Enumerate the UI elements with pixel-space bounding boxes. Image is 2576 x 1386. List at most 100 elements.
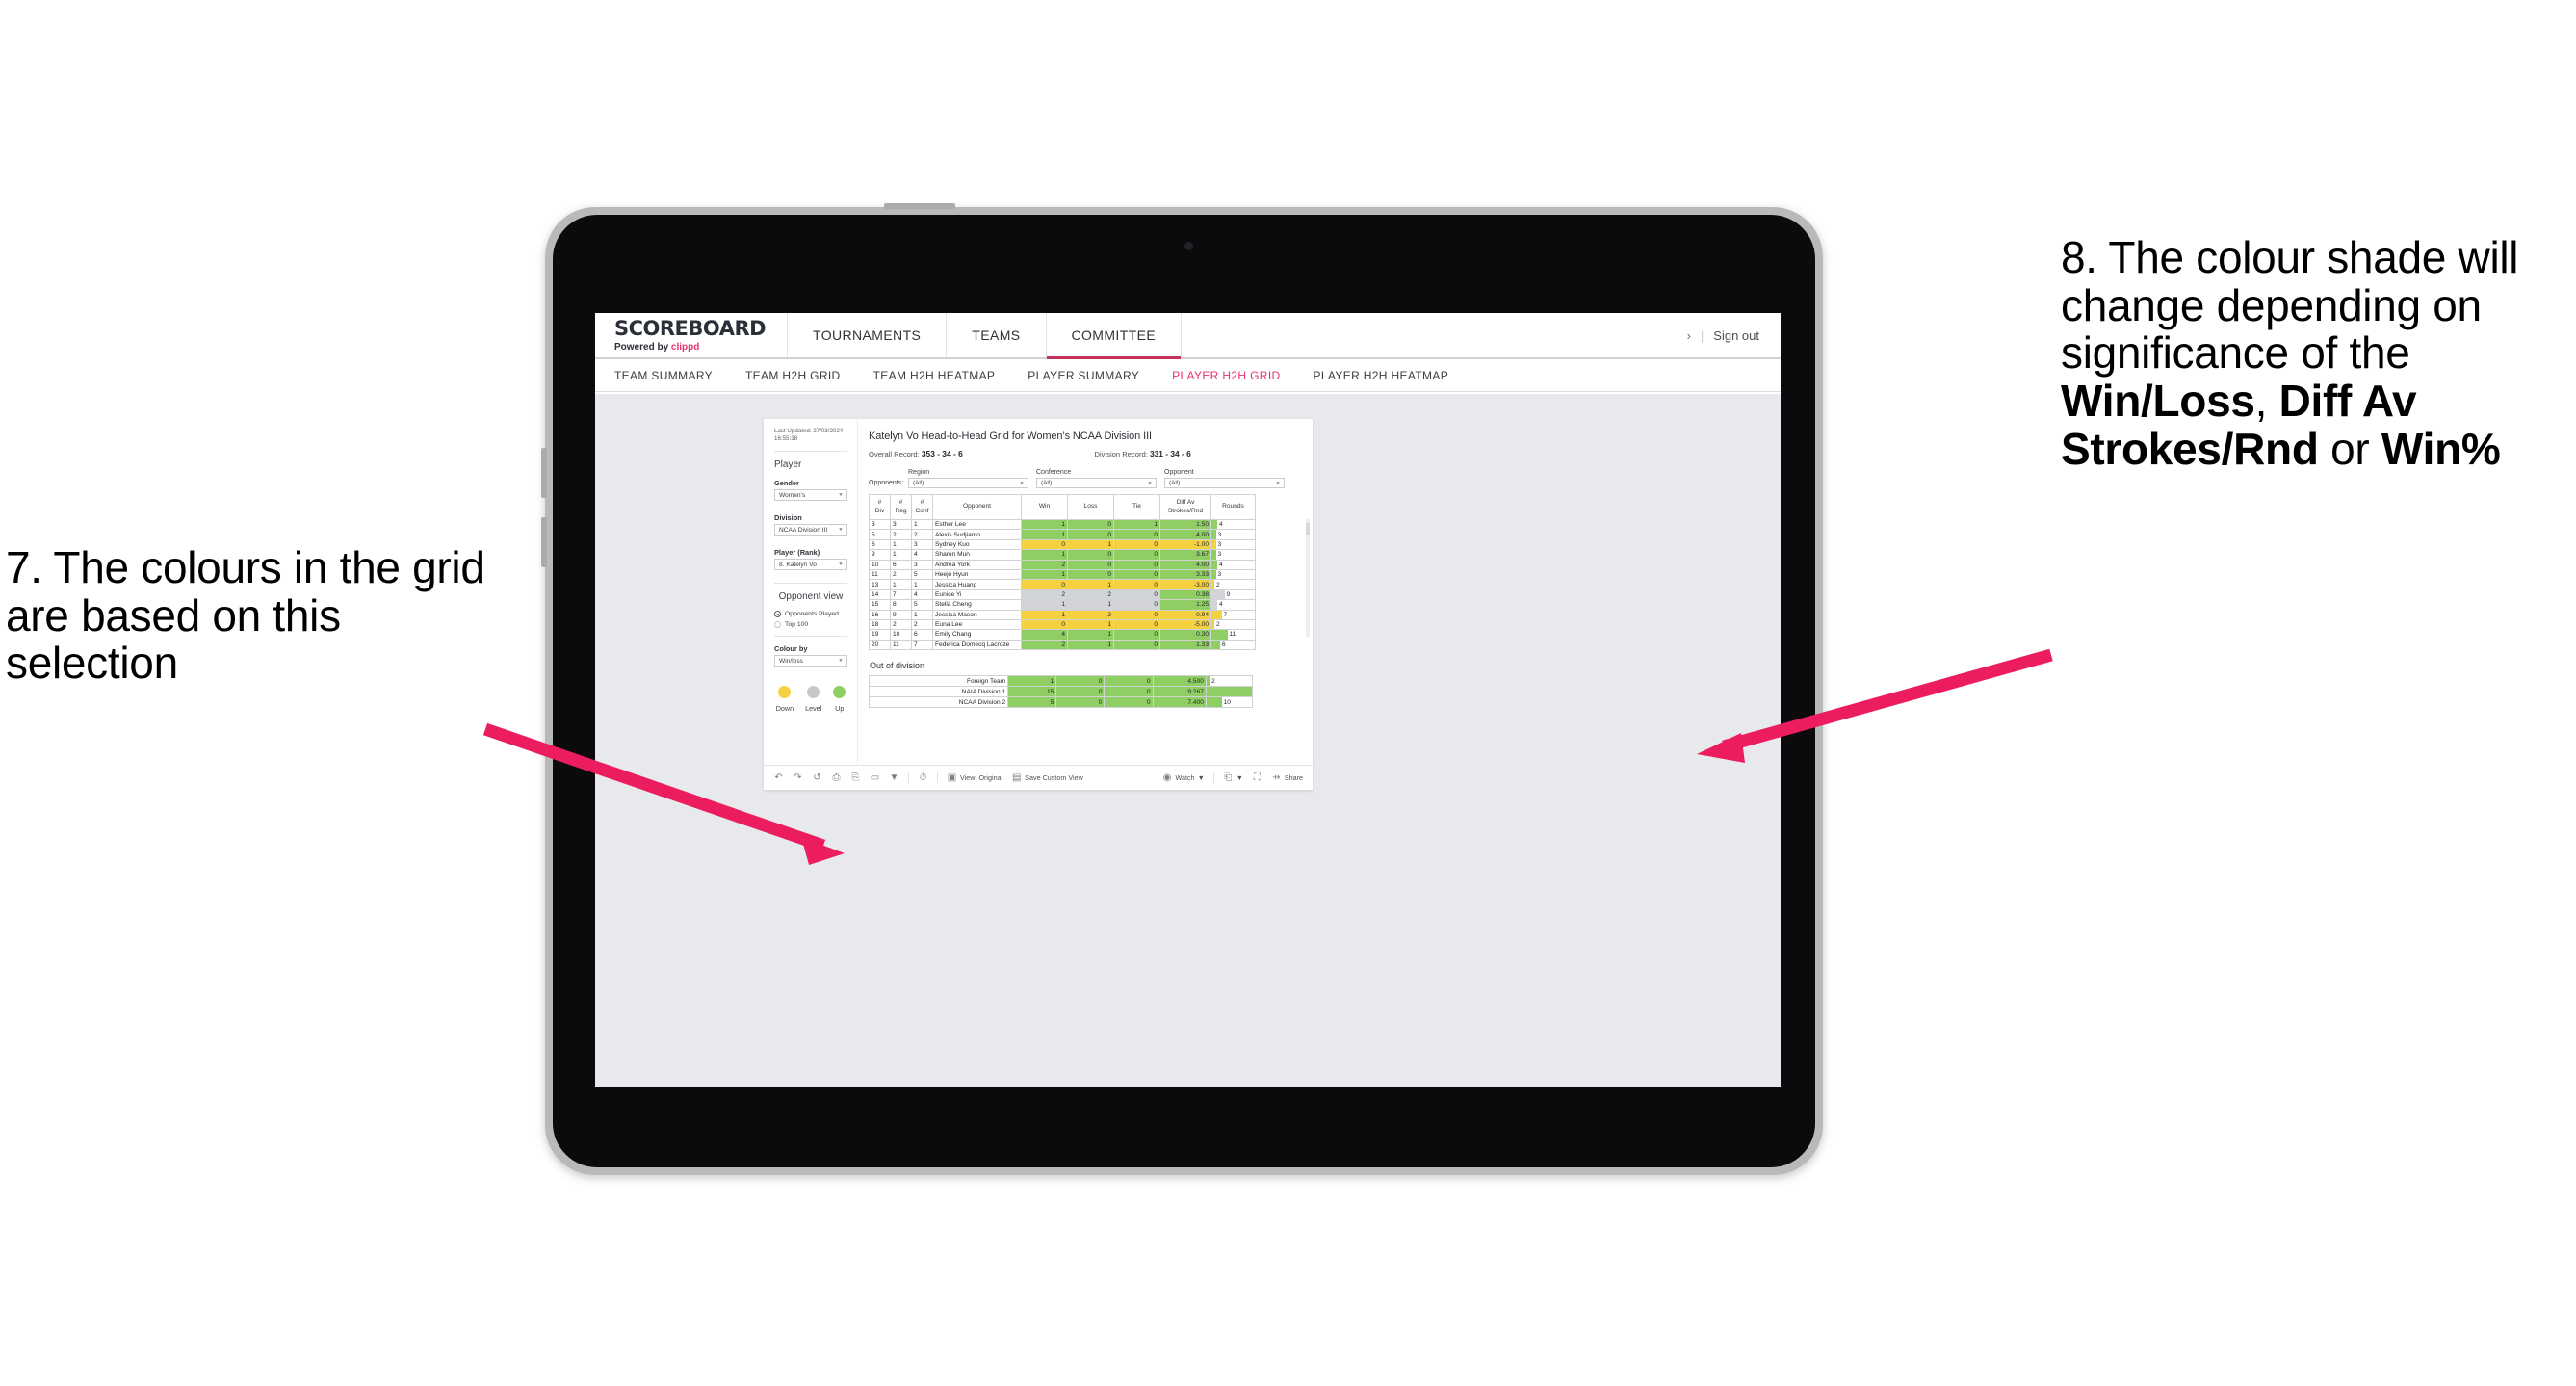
- tab-team-h2h-heatmap[interactable]: TEAM H2H HEATMAP: [873, 369, 996, 382]
- tab-player-summary[interactable]: PLAYER SUMMARY: [1028, 369, 1139, 382]
- share-button[interactable]: ⇸ Share: [1271, 772, 1303, 783]
- radio-opponents-played-label: Opponents Played: [785, 611, 839, 618]
- tab-player-h2h-heatmap[interactable]: PLAYER H2H HEATMAP: [1314, 369, 1449, 382]
- save-custom-view-button[interactable]: ▤ Save Custom View: [1011, 772, 1083, 783]
- chevron-right-icon[interactable]: ›: [1687, 328, 1691, 343]
- rounds-value: 3: [1217, 531, 1222, 538]
- pause-updates-icon[interactable]: ⎘: [850, 772, 861, 783]
- table-row[interactable]: NCAA Division 2 5 0 0 7.400 10: [868, 696, 1254, 709]
- table-row[interactable]: 10 6 3 Andrea York 2 0 0 4.00 4: [869, 559, 1256, 570]
- grid-scrollbar-thumb[interactable]: [1306, 523, 1310, 535]
- save-view-icon: ▤: [1011, 772, 1022, 783]
- division-record: Division Record: 331 - 34 - 6: [1095, 449, 1191, 458]
- cell-opponent: Federica Domecq Lacroze: [932, 639, 1022, 651]
- chevron-down-icon: ▼: [1147, 481, 1153, 485]
- filter-opponent-select[interactable]: (All) ▼: [1164, 478, 1285, 488]
- cell-win: 1: [1021, 518, 1068, 531]
- player-rank-select[interactable]: 8. Katelyn Vo ▼: [774, 559, 847, 571]
- table-row[interactable]: 15 8 5 Stella Cheng 1 1 0 1.25 4: [869, 599, 1256, 611]
- cell-conf: 1: [911, 579, 933, 590]
- cell-reg: 1: [890, 579, 912, 590]
- division-select[interactable]: NCAA Division III ▼: [774, 524, 847, 536]
- player-section-heading: Player: [774, 459, 802, 471]
- header-right: › | Sign out: [1687, 313, 1781, 357]
- cell-rounds: 2: [1205, 675, 1254, 688]
- table-row[interactable]: Foreign Team 1 0 0 4.500 2: [868, 675, 1254, 688]
- cell-tie: 0: [1113, 609, 1160, 620]
- cell-reg: 3: [890, 518, 912, 531]
- table-row[interactable]: 13 1 1 Jessica Huang 0 1 0 -3.00 2: [869, 579, 1256, 590]
- filter-region-select[interactable]: (All) ▼: [908, 478, 1028, 488]
- cell-rounds: 9: [1210, 588, 1256, 601]
- legend-item-down: Down: [776, 686, 794, 713]
- grid-scrollbar[interactable]: [1306, 519, 1310, 637]
- cell-div: 5: [869, 529, 891, 540]
- cell-opponent: Stella Cheng: [932, 599, 1022, 611]
- cell-tie: 0: [1113, 618, 1160, 631]
- table-row[interactable]: 16 9 1 Jessica Mason 1 2 0 -0.94 7: [869, 609, 1256, 620]
- table-row[interactable]: 19 10 6 Emily Chang 4 1 0 0.30 11: [869, 629, 1256, 641]
- fullscreen-icon[interactable]: ⛶: [1252, 772, 1262, 783]
- radio-opponents-played[interactable]: Opponents Played: [774, 611, 847, 618]
- revert-icon[interactable]: ↺: [812, 772, 822, 783]
- tab-team-summary[interactable]: TEAM SUMMARY: [614, 369, 713, 382]
- annotation-8-text: 8. The colour shade will change dependin…: [2061, 233, 2571, 473]
- cell-div: 16: [869, 609, 891, 620]
- col-header-win: Win: [1021, 494, 1068, 520]
- nav-item-tournaments[interactable]: TOURNAMENTS: [788, 313, 948, 357]
- sign-out-link[interactable]: Sign out: [1713, 328, 1759, 343]
- cell-rounds: 3: [1210, 568, 1256, 581]
- tab-team-h2h-grid[interactable]: TEAM H2H GRID: [745, 369, 841, 382]
- cell-diff-av-strokes: 3.67: [1159, 549, 1211, 561]
- cell-opponent: Andrea York: [932, 559, 1022, 570]
- table-row[interactable]: 9 1 4 Sharon Mun 1 0 0 3.67 3: [869, 549, 1256, 561]
- radio-top-100[interactable]: Top 100: [774, 621, 847, 629]
- nav-item-committee[interactable]: COMMITTEE: [1046, 313, 1183, 359]
- table-row[interactable]: 3 3 1 Esther Lee 1 0 1 1.50 4: [869, 518, 1256, 531]
- division-value: NCAA Division III: [779, 526, 828, 534]
- view-original-label: View: Original: [960, 773, 1003, 782]
- table-row[interactable]: NAIA Division 115009.26730: [868, 686, 1254, 698]
- filter-conference-select[interactable]: (All) ▼: [1036, 478, 1157, 488]
- gender-select[interactable]: Women’s ▼: [774, 489, 847, 502]
- tab-player-h2h-grid[interactable]: PLAYER H2H GRID: [1172, 369, 1280, 382]
- cell-tie: 0: [1113, 599, 1160, 611]
- cell-rounds: 2: [1210, 579, 1256, 590]
- chevron-down-icon: ▼: [1197, 773, 1205, 782]
- watch-button[interactable]: ◉ Watch ▼: [1161, 772, 1205, 783]
- table-row[interactable]: 6 1 3 Sydney Kuo 0 1 0 -1.00 3: [869, 538, 1256, 551]
- chevron-down-icon[interactable]: ▼: [889, 772, 899, 783]
- cell-loss: 0: [1067, 529, 1114, 540]
- cell-tie: 0: [1113, 568, 1160, 581]
- device-layout-icon[interactable]: ▭: [870, 772, 880, 783]
- cell-loss: 0: [1055, 675, 1106, 688]
- h2h-grid-table: #Div #Reg #Conf Opponent Win Loss Tie: [869, 494, 1256, 651]
- save-custom-view-label: Save Custom View: [1025, 773, 1083, 782]
- cell-loss: 0: [1067, 549, 1114, 561]
- view-original-button[interactable]: ▣ View: Original: [947, 772, 1002, 783]
- table-row[interactable]: 14 7 4 Eunice Yi 2 2 0 0.38 9: [869, 588, 1256, 601]
- cell-reg: 7: [890, 588, 912, 601]
- sidebar-divider-3: [774, 636, 847, 638]
- toolbar-divider-2: [937, 772, 938, 783]
- cell-diff-av-strokes: 4.500: [1152, 675, 1207, 688]
- table-row[interactable]: 11 2 5 Heejo Hyun 1 0 0 3.33 3: [869, 568, 1256, 581]
- refresh-data-icon[interactable]: ⎙: [831, 772, 842, 783]
- table-row[interactable]: 5 2 2 Alexis Sudjianto 1 0 0 4.00 3: [869, 529, 1256, 540]
- page-title: Katelyn Vo Head-to-Head Grid for Women’s…: [869, 431, 1152, 442]
- col-header-loss: Loss: [1067, 494, 1114, 520]
- redo-icon[interactable]: ↷: [793, 772, 803, 783]
- nav-item-teams[interactable]: TEAMS: [947, 313, 1047, 357]
- cell-loss: 2: [1067, 609, 1114, 620]
- table-row[interactable]: 18 2 2 Euna Lee 0 1 0 -5.00 2: [869, 618, 1256, 631]
- cell-tie: 1: [1113, 518, 1160, 531]
- table-row[interactable]: 20 11 7 Federica Domecq Lacroze 2 1 0 1.33 6: [869, 639, 1256, 651]
- colour-by-select[interactable]: Win/loss ▼: [774, 655, 847, 667]
- share-icon: ⇸: [1272, 772, 1281, 783]
- cell-reg: 2: [890, 529, 912, 540]
- undo-icon[interactable]: ↶: [773, 772, 784, 783]
- sidebar-divider-1: [774, 451, 847, 453]
- download-button[interactable]: ⎗ ▼: [1223, 772, 1243, 783]
- scoreboard-app: SCOREBOARD Powered by clippd TOURNAMENTS…: [595, 313, 1781, 1087]
- history-icon[interactable]: ⏱: [918, 772, 928, 783]
